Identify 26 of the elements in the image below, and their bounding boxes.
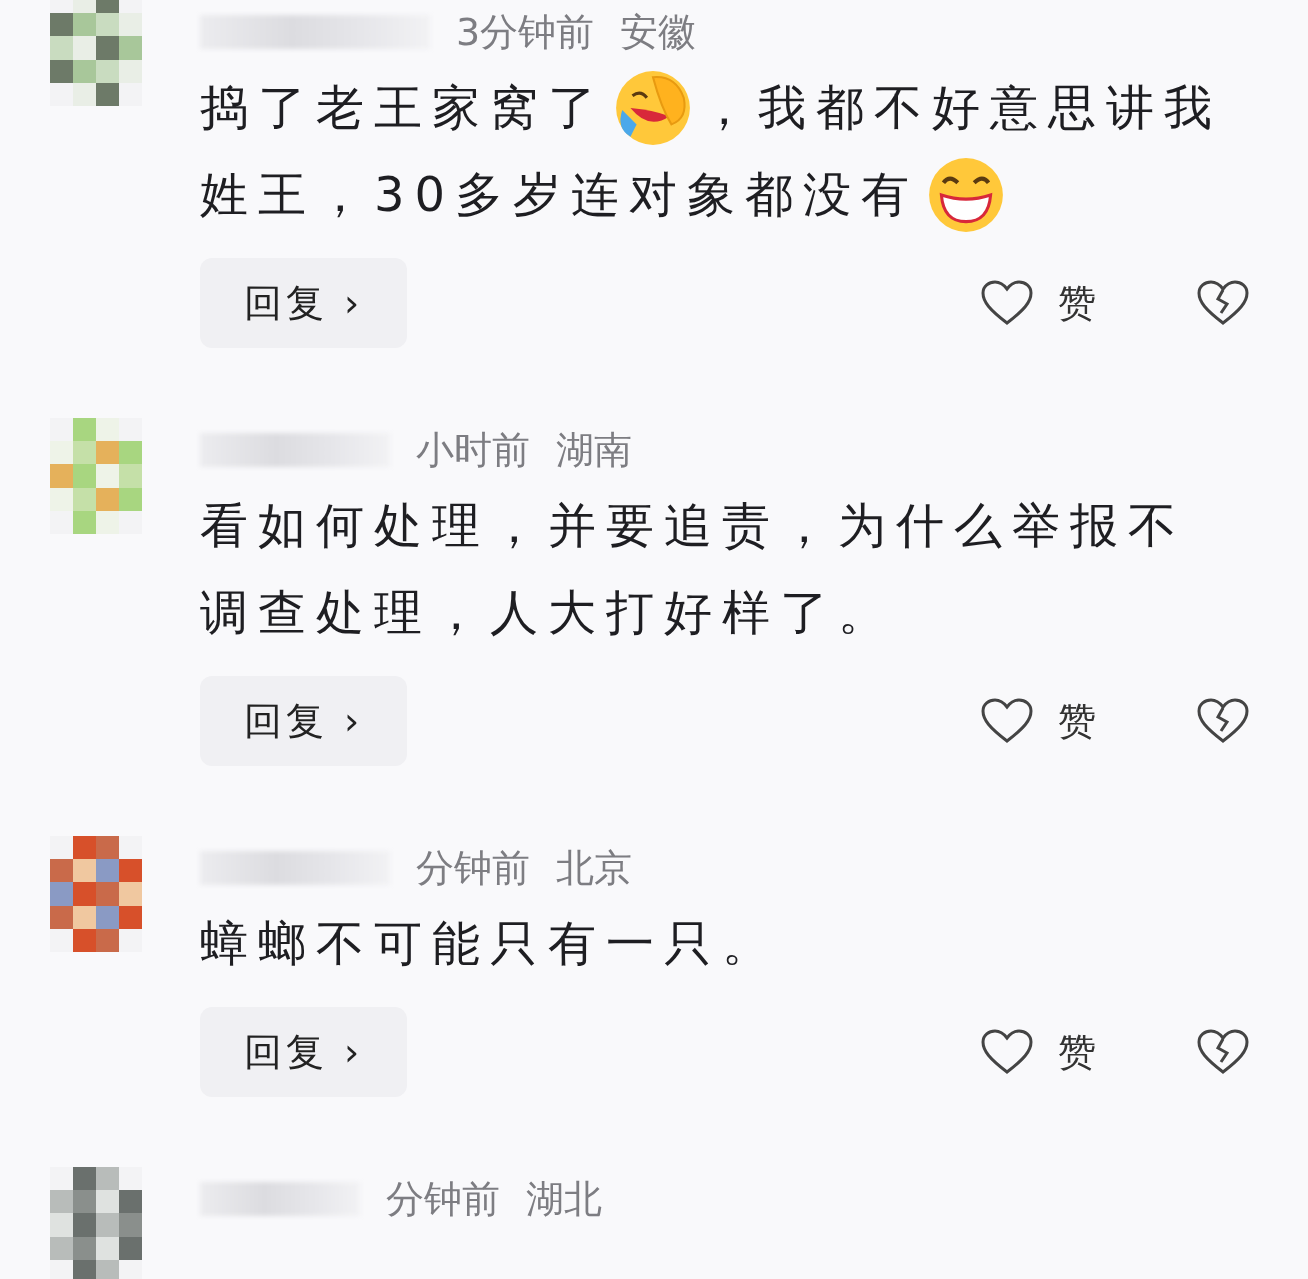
like-button[interactable]: 赞 — [980, 1023, 1096, 1081]
heart-icon[interactable] — [980, 697, 1034, 745]
like-button[interactable]: 赞 — [980, 274, 1096, 332]
comment-location: 安徽 — [620, 8, 697, 56]
broken-heart-icon[interactable] — [1196, 279, 1250, 327]
comment-time: 3分钟前 — [456, 8, 595, 56]
heart-icon[interactable] — [980, 279, 1034, 327]
comment-text: 调查处理，人大打好样了。 — [200, 583, 896, 642]
reply-button[interactable]: 回复 › — [200, 258, 408, 348]
comment-text: 看如何处理，并要追责，为什么举报不 — [200, 496, 1186, 555]
comment-location: 湖南 — [556, 426, 632, 474]
comment-time: 分钟前 — [416, 844, 530, 892]
heart-icon[interactable] — [980, 1028, 1034, 1076]
comment-time: 分钟前 — [386, 1175, 500, 1223]
comment-location: 湖北 — [526, 1175, 602, 1223]
reply-button[interactable]: 回复 › — [200, 1007, 408, 1097]
broken-heart-icon[interactable] — [1196, 1028, 1250, 1076]
like-button[interactable]: 赞 — [980, 692, 1096, 750]
comment-text: 捣了老王家窝了 — [200, 78, 606, 137]
reply-button[interactable]: 回复 › — [200, 676, 408, 766]
comment-text: ，我都不好意思讲我 — [700, 78, 1222, 137]
comment-time: 小时前 — [416, 426, 530, 474]
comment-location: 北京 — [556, 844, 632, 892]
broken-heart-icon[interactable] — [1196, 697, 1250, 745]
comment-text: 姓王，30多岁连对象都没有 — [200, 165, 920, 224]
comment-text: 蟑螂不可能只有一只。 — [200, 914, 780, 973]
